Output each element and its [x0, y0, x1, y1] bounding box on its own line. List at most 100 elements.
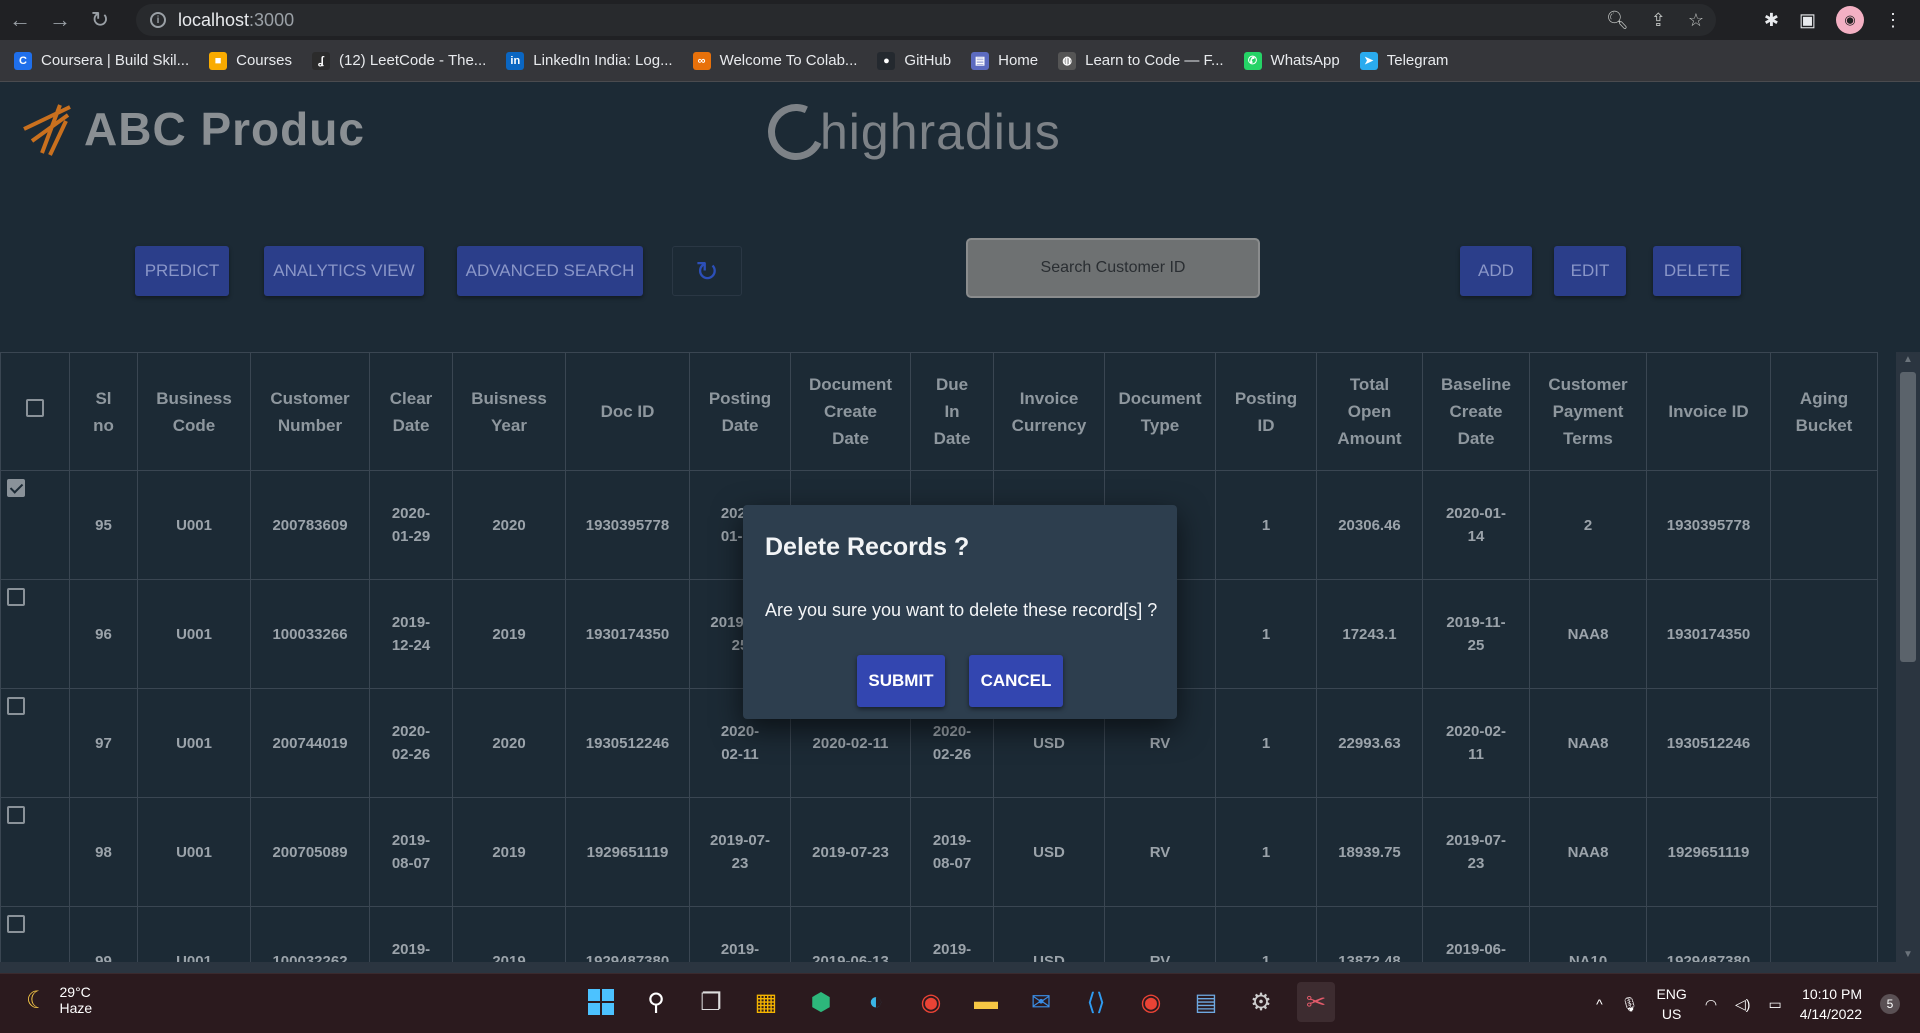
- column-header[interactable]: Customer Payment Terms: [1529, 352, 1647, 471]
- battery-icon[interactable]: ▭: [1768, 996, 1781, 1013]
- column-header[interactable]: Document Type: [1104, 352, 1216, 471]
- predict-button[interactable]: PREDICT: [135, 246, 229, 296]
- cancel-button[interactable]: CANCEL: [969, 655, 1063, 707]
- chevron-up-icon[interactable]: ^: [1596, 996, 1603, 1012]
- zoom-icon[interactable]: 🔍︎: [1606, 10, 1629, 31]
- column-header[interactable]: Total Open Amount: [1316, 352, 1423, 471]
- column-header[interactable]: Posting ID: [1215, 352, 1317, 471]
- submit-button[interactable]: SUBMIT: [857, 655, 945, 707]
- column-header[interactable]: Invoice ID: [1646, 352, 1771, 471]
- column-header-line: Date: [1457, 429, 1495, 448]
- wifi-icon[interactable]: ◠: [1705, 996, 1717, 1013]
- row-checkbox[interactable]: [7, 806, 25, 824]
- scroll-down-icon[interactable]: ▼: [1903, 949, 1913, 960]
- profile-avatar[interactable]: ◉: [1836, 6, 1864, 34]
- table-cell: 1930512246: [565, 688, 690, 798]
- menu-icon[interactable]: ⋮: [1884, 10, 1902, 31]
- bookmark-item[interactable]: in LinkedIn India: Log...: [506, 51, 673, 70]
- edit-button[interactable]: EDIT: [1554, 246, 1626, 296]
- delete-button[interactable]: DELETE: [1653, 246, 1741, 296]
- column-header[interactable]: Due In Date: [910, 352, 994, 471]
- table-cell: 2019- 06-28: [910, 906, 994, 962]
- row-checkbox[interactable]: [7, 915, 25, 933]
- table-row[interactable]: 99U0011000322622019- 06-2820191929487380…: [0, 906, 1878, 962]
- star-icon[interactable]: ☆: [1688, 10, 1704, 31]
- bookmark-item[interactable]: ʆ (12) LeetCode - The...: [311, 51, 486, 70]
- task-view-icon[interactable]: ❐: [692, 982, 730, 1022]
- column-header[interactable]: Baseline Create Date: [1422, 352, 1530, 471]
- back-icon[interactable]: ←: [0, 0, 40, 40]
- bookmark-item[interactable]: ∞ Welcome To Colab...: [692, 51, 857, 70]
- column-header[interactable]: Doc ID: [565, 352, 690, 471]
- analytics-view-button[interactable]: ANALYTICS VIEW: [264, 246, 424, 296]
- column-header-line: Amount: [1337, 429, 1402, 448]
- row-checkbox[interactable]: [7, 588, 25, 606]
- snipping-tool-icon[interactable]: ✂: [1297, 982, 1335, 1022]
- file-explorer-icon[interactable]: ▬: [967, 982, 1005, 1022]
- scrollbar-thumb[interactable]: [1900, 372, 1916, 662]
- volume-icon[interactable]: ◁): [1735, 996, 1750, 1013]
- microphone-icon[interactable]: 🎙︎: [1621, 996, 1639, 1013]
- column-header[interactable]: Posting Date: [689, 352, 791, 471]
- reload-icon[interactable]: ↻: [80, 0, 120, 40]
- column-header[interactable]: Aging Bucket: [1770, 352, 1878, 471]
- column-header-line: Clear: [389, 388, 433, 408]
- share-icon[interactable]: ⇪: [1651, 10, 1666, 31]
- table-cell: [1770, 688, 1878, 798]
- bookmark-item[interactable]: ▤ Home: [971, 51, 1038, 70]
- notification-badge[interactable]: 5: [1880, 994, 1900, 1014]
- vertical-scrollbar[interactable]: ▲ ▼: [1896, 352, 1920, 962]
- column-header[interactable]: Document Create Date: [790, 352, 911, 471]
- settings-icon[interactable]: ⚙: [1242, 982, 1280, 1022]
- chrome-icon[interactable]: ◉: [912, 982, 950, 1022]
- row-checkbox[interactable]: [7, 697, 25, 715]
- search-icon[interactable]: ⚲: [637, 982, 675, 1022]
- table-cell: 2019: [452, 906, 566, 962]
- chrome-profile-icon[interactable]: ◉: [1132, 982, 1170, 1022]
- vscode-icon[interactable]: ⟨⟩: [1077, 982, 1115, 1022]
- column-header[interactable]: Invoice Currency: [993, 352, 1105, 471]
- windows-start-icon[interactable]: [582, 982, 620, 1022]
- bookmarks-bar: C Coursera | Build Skil... ■ Courses ʆ (12) L…: [0, 40, 1920, 82]
- search-customer-input[interactable]: Search Customer ID: [966, 238, 1260, 298]
- advanced-search-button[interactable]: ADVANCED SEARCH: [457, 246, 643, 296]
- refresh-icon[interactable]: ↻: [672, 246, 742, 296]
- address-bar[interactable]: i localhost:3000 🔍︎ ⇪ ☆: [136, 4, 1716, 36]
- bookmark-item[interactable]: ➤ Telegram: [1359, 51, 1448, 70]
- column-header[interactable]: Business Code: [137, 352, 251, 471]
- extensions-icon[interactable]: ✱: [1764, 10, 1779, 31]
- column-header[interactable]: Sl no: [69, 352, 138, 471]
- column-header[interactable]: Clear Date: [369, 352, 453, 471]
- store-icon[interactable]: ▦: [747, 982, 785, 1022]
- horizontal-scrollbar[interactable]: [0, 962, 1920, 973]
- column-header-line: ID: [1257, 415, 1275, 435]
- language-indicator[interactable]: ENG US: [1656, 984, 1686, 1024]
- add-button[interactable]: ADD: [1460, 246, 1532, 296]
- weather-widget[interactable]: ☾ 29°C Haze: [26, 984, 92, 1016]
- column-header-line: Date: [392, 415, 430, 435]
- column-header[interactable]: Buisness Year: [452, 352, 566, 471]
- edge-icon[interactable]: ◐: [857, 982, 895, 1022]
- scroll-up-icon[interactable]: ▲: [1903, 354, 1913, 365]
- select-all-checkbox[interactable]: [26, 399, 44, 417]
- bookmark-item[interactable]: ✆ WhatsApp: [1243, 51, 1340, 70]
- clock[interactable]: 10:10 PM 4/14/2022: [1800, 984, 1862, 1024]
- column-header[interactable]: Customer Number: [250, 352, 370, 471]
- table-row[interactable]: 98 U001 200705089 2019- 08-07 2019 1929651119…: [0, 797, 1878, 907]
- notepad-icon[interactable]: ▤: [1187, 982, 1225, 1022]
- bookmark-item[interactable]: C Coursera | Build Skil...: [14, 51, 189, 70]
- table-cell: 2: [1529, 470, 1647, 580]
- column-header-line: Buisness: [471, 388, 547, 408]
- row-checkbox[interactable]: [7, 479, 25, 497]
- language-code: ENG: [1656, 986, 1687, 1002]
- table-cell: 2020: [452, 688, 566, 798]
- mail-icon[interactable]: ✉: [1022, 982, 1060, 1022]
- forward-icon[interactable]: →: [40, 0, 80, 40]
- table-cell: 95: [69, 470, 138, 580]
- side-panel-icon[interactable]: ▣: [1799, 10, 1816, 31]
- bookmark-item[interactable]: ● GitHub: [877, 51, 951, 70]
- site-info-icon[interactable]: i: [150, 12, 166, 28]
- security-icon[interactable]: ⬢: [802, 982, 840, 1022]
- bookmark-item[interactable]: ◍ Learn to Code — F...: [1058, 51, 1224, 70]
- bookmark-item[interactable]: ■ Courses: [209, 51, 292, 70]
